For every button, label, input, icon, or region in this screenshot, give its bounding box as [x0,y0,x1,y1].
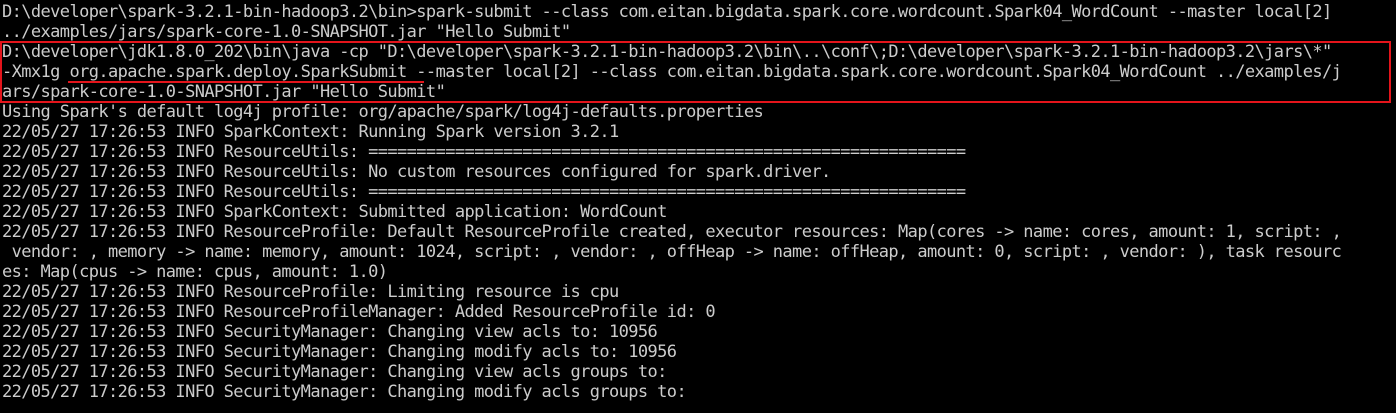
terminal-line: 22/05/27 17:26:53 INFO SecurityManager: … [2,382,687,402]
terminal-line: 22/05/27 17:26:53 INFO SparkContext: Sub… [2,202,667,222]
terminal-line: ../examples/jars/spark-core-1.0-SNAPSHOT… [2,22,571,42]
terminal-line: 22/05/27 17:26:53 INFO ResourceUtils: ==… [2,182,966,202]
terminal-line: 22/05/27 17:26:53 INFO SecurityManager: … [2,322,658,342]
terminal-line: 22/05/27 17:26:53 INFO ResourceProfileMa… [2,302,716,322]
terminal-line: D:\developer\spark-3.2.1-bin-hadoop3.2\b… [2,2,1332,22]
terminal-line: vendor: , memory -> name: memory, amount… [2,242,1342,262]
terminal-line: 22/05/27 17:26:53 INFO ResourceUtils: ==… [2,142,966,162]
terminal-line: 22/05/27 17:26:53 INFO ResourceProfile: … [2,282,619,302]
terminal-line: es: Map(cpus -> name: cpus, amount: 1.0) [2,262,388,282]
terminal-line: 22/05/27 17:26:53 INFO ResourceProfile: … [2,222,1342,242]
terminal-line: 22/05/27 17:26:53 INFO SecurityManager: … [2,342,677,362]
highlight-underline [68,81,424,83]
highlight-box [0,41,1391,103]
terminal-line: Using Spark's default log4j profile: org… [2,102,764,122]
terminal-line: 22/05/27 17:26:53 INFO SparkContext: Run… [2,122,619,142]
terminal-line: 22/05/27 17:26:53 INFO ResourceUtils: No… [2,162,831,182]
terminal-line: 22/05/27 17:26:53 INFO SecurityManager: … [2,362,667,382]
terminal-window[interactable]: D:\developer\spark-3.2.1-bin-hadoop3.2\b… [0,0,1396,413]
